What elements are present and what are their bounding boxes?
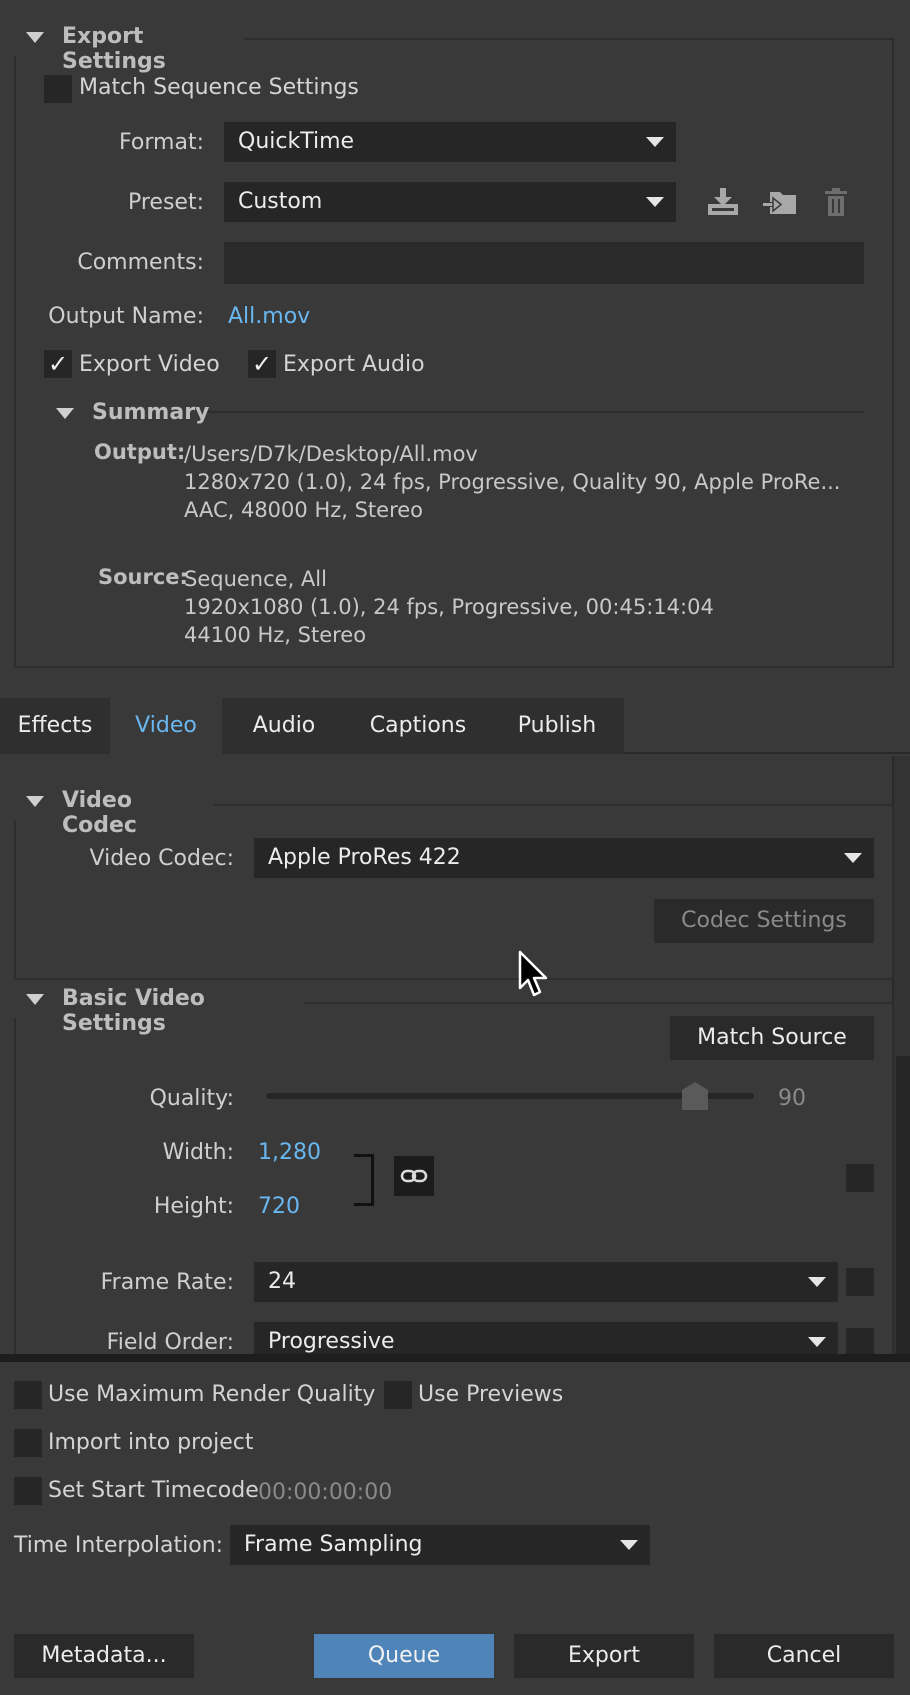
tab-publish[interactable]: Publish [490, 698, 624, 754]
comments-input[interactable] [224, 242, 864, 284]
save-preset-icon[interactable] [706, 186, 740, 218]
metadata-button[interactable]: Metadata... [14, 1634, 194, 1678]
match-sequence-checkbox[interactable] [44, 75, 72, 103]
format-label: Format: [119, 130, 204, 155]
export-video-checkbox[interactable]: ✓ [44, 350, 72, 378]
width-value[interactable]: 1,280 [258, 1140, 321, 1165]
export-audio-checkbox[interactable]: ✓ [248, 350, 276, 378]
start-timecode-label: Set Start Timecode [48, 1478, 259, 1503]
chevron-down-icon [808, 1337, 826, 1347]
field-order-dropdown[interactable]: Progressive [254, 1322, 838, 1354]
quality-label: Quality: [149, 1086, 234, 1111]
use-previews-label: Use Previews [418, 1382, 564, 1407]
height-label: Height: [153, 1194, 234, 1219]
tab-effects[interactable]: Effects [0, 698, 110, 754]
frame-rate-label: Frame Rate: [100, 1270, 234, 1295]
summary-title: Summary [92, 400, 210, 425]
field-order-label: Field Order: [106, 1330, 234, 1354]
basic-video-header[interactable]: Basic Video Settings [14, 984, 304, 1036]
panel-divider[interactable] [0, 1354, 910, 1362]
disclosure-triangle-icon [56, 408, 74, 419]
summary-header[interactable]: Summary [54, 398, 209, 430]
field-order-value: Progressive [268, 1329, 395, 1354]
export-audio-label: Export Audio [283, 352, 425, 377]
export-video-label: Export Video [79, 352, 220, 377]
video-codec-label: Video Codec: [89, 846, 234, 871]
chevron-down-icon [620, 1540, 638, 1550]
import-preset-icon[interactable] [762, 186, 798, 218]
frame-rate-value: 24 [268, 1269, 296, 1294]
output-summary-line: /Users/D7k/Desktop/All.mov [184, 442, 478, 466]
aspect-bracket [354, 1154, 374, 1206]
output-summary-line: 1280x720 (1.0), 24 fps, Progressive, Qua… [184, 470, 841, 494]
max-render-quality-label: Use Maximum Render Quality [48, 1382, 376, 1407]
queue-button[interactable]: Queue [314, 1634, 494, 1678]
cancel-button[interactable]: Cancel [714, 1634, 894, 1678]
use-previews-checkbox[interactable] [384, 1381, 412, 1409]
match-source-button[interactable]: Match Source [670, 1016, 874, 1060]
height-value[interactable]: 720 [258, 1194, 300, 1219]
codec-settings-button[interactable]: Codec Settings [654, 899, 874, 943]
quality-slider[interactable] [266, 1074, 754, 1118]
export-button[interactable]: Export [514, 1634, 694, 1678]
start-timecode-checkbox[interactable] [14, 1477, 42, 1505]
time-interpolation-label: Time Interpolation: [14, 1533, 224, 1558]
disclosure-triangle-icon [26, 994, 44, 1005]
summary-divider [206, 411, 864, 413]
source-summary-text: Sequence, All 1920x1080 (1.0), 24 fps, P… [184, 565, 874, 649]
quality-slider-thumb[interactable] [682, 1082, 708, 1110]
field-order-checkbox[interactable] [846, 1328, 874, 1354]
comments-label: Comments: [77, 250, 204, 275]
import-project-label: Import into project [48, 1430, 254, 1455]
disclosure-triangle-icon [26, 796, 44, 807]
time-interpolation-value: Frame Sampling [244, 1532, 423, 1557]
tab-captions[interactable]: Captions [346, 698, 490, 754]
video-codec-header[interactable]: Video Codec [14, 786, 214, 838]
start-timecode-value: 00:00:00:00 [258, 1480, 393, 1505]
width-label: Width: [162, 1140, 234, 1165]
video-settings-scroll-area: Video Codec Video Codec: Apple ProRes 42… [0, 756, 910, 1354]
quality-value: 90 [778, 1086, 806, 1111]
quality-slider-track [266, 1093, 754, 1099]
output-summary-text: /Users/D7k/Desktop/All.mov 1280x720 (1.0… [184, 440, 874, 524]
delete-preset-icon[interactable] [822, 186, 850, 218]
disclosure-triangle-icon [26, 32, 44, 43]
chevron-down-icon [646, 137, 664, 147]
chevron-down-icon [844, 853, 862, 863]
frame-rate-dropdown[interactable]: 24 [254, 1262, 838, 1302]
scrollbar-thumb[interactable] [896, 1056, 910, 1354]
match-sequence-label: Match Sequence Settings [79, 75, 359, 100]
time-interpolation-dropdown[interactable]: Frame Sampling [230, 1525, 650, 1565]
output-name-label: Output Name: [48, 304, 204, 329]
tab-bar: Effects Video Audio Captions Publish [0, 698, 910, 754]
mouse-cursor-icon [518, 950, 550, 1000]
basic-video-title: Basic Video Settings [62, 986, 205, 1036]
export-settings-title: Export Settings [62, 24, 166, 74]
export-settings-header[interactable]: Export Settings [14, 22, 244, 74]
output-summary-line: AAC, 48000 Hz, Stereo [184, 498, 424, 522]
source-summary-line: 1920x1080 (1.0), 24 fps, Progressive, 00… [184, 595, 714, 619]
import-project-checkbox[interactable] [14, 1429, 42, 1457]
chevron-down-icon [646, 197, 664, 207]
max-render-quality-checkbox[interactable] [14, 1381, 42, 1409]
output-summary-label: Output: [94, 440, 186, 464]
tab-audio[interactable]: Audio [222, 698, 346, 754]
frame-rate-checkbox[interactable] [846, 1268, 874, 1296]
link-aspect-icon[interactable] [394, 1156, 434, 1196]
preset-label: Preset: [127, 190, 204, 215]
video-codec-dropdown[interactable]: Apple ProRes 422 [254, 838, 874, 878]
format-value: QuickTime [238, 129, 355, 154]
tab-video[interactable]: Video [110, 698, 222, 754]
preset-dropdown[interactable]: Custom [224, 182, 676, 222]
source-summary-line: 44100 Hz, Stereo [184, 623, 367, 647]
source-summary-label: Source: [98, 565, 188, 589]
format-dropdown[interactable]: QuickTime [224, 122, 676, 162]
preset-value: Custom [238, 189, 323, 214]
chevron-down-icon [808, 1277, 826, 1287]
source-summary-line: Sequence, All [184, 567, 327, 591]
video-codec-value: Apple ProRes 422 [268, 845, 461, 870]
output-name-link[interactable]: All.mov [228, 304, 310, 329]
video-codec-title: Video Codec [62, 788, 137, 838]
resize-checkbox[interactable] [846, 1164, 874, 1192]
